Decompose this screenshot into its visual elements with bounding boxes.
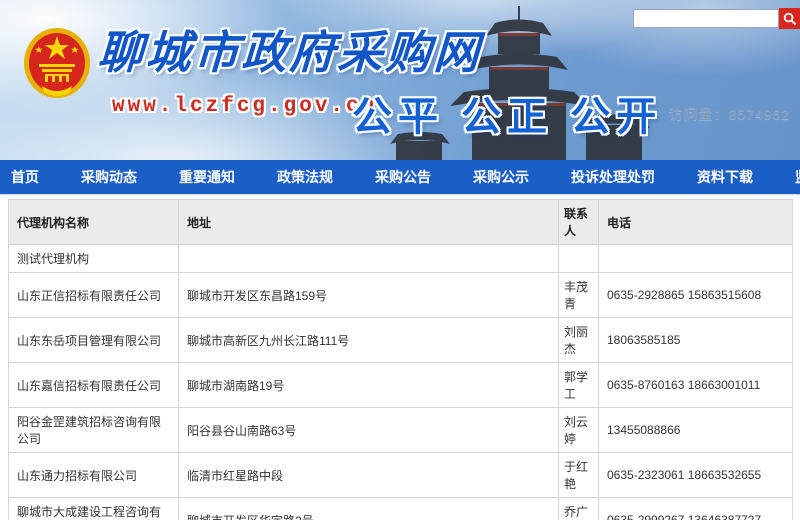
agency-address-cell: 聊城市湖南路19号 <box>179 363 559 408</box>
phone-cell: 0635-2999267 13646387727 <box>599 498 793 520</box>
nav-item-7[interactable]: 资料下载 <box>676 160 774 194</box>
national-emblem-icon <box>22 26 92 100</box>
contact-person-cell: 丰茂青 <box>559 273 599 318</box>
column-header-2: 联系人 <box>559 200 599 245</box>
phone-cell: 0635-8760163 18663001011 <box>599 363 793 408</box>
contact-person-cell: 乔广新 <box>559 498 599 520</box>
agency-name-cell: 山东通力招标有限公司 <box>9 453 179 498</box>
agency-list-section: 代理机构名称地址联系人电话 测试代理机构 山东正信招标有限责任公司 聊城市开发区… <box>0 195 800 520</box>
search-input[interactable] <box>633 9 779 28</box>
slogan: 公平 公正 公开 <box>352 84 662 142</box>
phone-cell: 13455088866 <box>599 408 793 453</box>
table-row: 山东正信招标有限责任公司 聊城市开发区东昌路159号 丰茂青 0635-2928… <box>9 273 793 318</box>
phone-cell: 18063585185 <box>599 318 793 363</box>
table-row: 山东嘉信招标有限责任公司 聊城市湖南路19号 郭学工 0635-8760163 … <box>9 363 793 408</box>
agency-address-cell: 聊城市高新区九州长江路111号 <box>179 318 559 363</box>
column-header-0: 代理机构名称 <box>9 200 179 245</box>
contact-person-cell: 郭学工 <box>559 363 599 408</box>
contact-person-cell <box>559 245 599 273</box>
agency-table: 代理机构名称地址联系人电话 测试代理机构 山东正信招标有限责任公司 聊城市开发区… <box>8 199 793 520</box>
agency-address-cell <box>179 245 559 273</box>
table-row: 阳谷金罡建筑招标咨询有限公司 阳谷县谷山南路63号 刘云婷 1345508886… <box>9 408 793 453</box>
nav-item-2[interactable]: 重要通知 <box>158 160 256 194</box>
table-row: 测试代理机构 <box>9 245 793 273</box>
column-header-3: 电话 <box>599 200 793 245</box>
nav-item-8[interactable]: 监督管理平台 <box>774 160 800 194</box>
agency-name-cell: 山东正信招标有限责任公司 <box>9 273 179 318</box>
agency-address-cell: 阳谷县谷山南路63号 <box>179 408 559 453</box>
contact-person-cell: 刘云婷 <box>559 408 599 453</box>
phone-cell: 0635-2323061 18663532655 <box>599 453 793 498</box>
agency-name-cell: 山东嘉信招标有限责任公司 <box>9 363 179 408</box>
phone-cell <box>599 245 793 273</box>
visit-counter: 访问量：8574962 <box>668 104 790 124</box>
agency-name-cell: 测试代理机构 <box>9 245 179 273</box>
agency-name-cell: 聊城市大成建设工程咨询有限公司 <box>9 498 179 520</box>
nav-item-3[interactable]: 政策法规 <box>256 160 354 194</box>
search-button[interactable] <box>779 8 800 29</box>
agency-address-cell: 聊城市开发区华宇路2号 <box>179 498 559 520</box>
agency-name-cell: 山东东岳项目管理有限公司 <box>9 318 179 363</box>
nav-item-1[interactable]: 采购动态 <box>60 160 158 194</box>
nav-item-6[interactable]: 投诉处理处罚 <box>550 160 676 194</box>
main-nav: 首页采购动态重要通知政策法规采购公告采购公示投诉处理处罚资料下载监督管理平台 <box>0 160 800 195</box>
agency-name-cell: 阳谷金罡建筑招标咨询有限公司 <box>9 408 179 453</box>
contact-person-cell: 刘丽杰 <box>559 318 599 363</box>
nav-item-0[interactable]: 首页 <box>0 160 60 194</box>
search-icon <box>783 12 797 26</box>
table-row: 山东通力招标有限公司 临清市红星路中段 于红艳 0635-2323061 186… <box>9 453 793 498</box>
contact-person-cell: 于红艳 <box>559 453 599 498</box>
visit-count: 8574962 <box>728 106 790 122</box>
page: 聊城市政府采购网 www.lczfcg.gov.cn 公平 公正 公开 访问量：… <box>0 0 800 520</box>
site-header: 聊城市政府采购网 www.lczfcg.gov.cn 公平 公正 公开 访问量：… <box>0 0 800 160</box>
agency-address-cell: 聊城市开发区东昌路159号 <box>179 273 559 318</box>
table-header-row: 代理机构名称地址联系人电话 <box>9 200 793 245</box>
table-row: 山东东岳项目管理有限公司 聊城市高新区九州长江路111号 刘丽杰 1806358… <box>9 318 793 363</box>
nav-item-4[interactable]: 采购公告 <box>354 160 452 194</box>
phone-cell: 0635-2928865 15863515608 <box>599 273 793 318</box>
column-header-1: 地址 <box>179 200 559 245</box>
agency-address-cell: 临清市红星路中段 <box>179 453 559 498</box>
search-area <box>633 8 800 29</box>
visit-label: 访问量： <box>668 106 728 122</box>
nav-item-5[interactable]: 采购公示 <box>452 160 550 194</box>
table-row: 聊城市大成建设工程咨询有限公司 聊城市开发区华宇路2号 乔广新 0635-299… <box>9 498 793 520</box>
site-title: 聊城市政府采购网 <box>96 16 483 81</box>
